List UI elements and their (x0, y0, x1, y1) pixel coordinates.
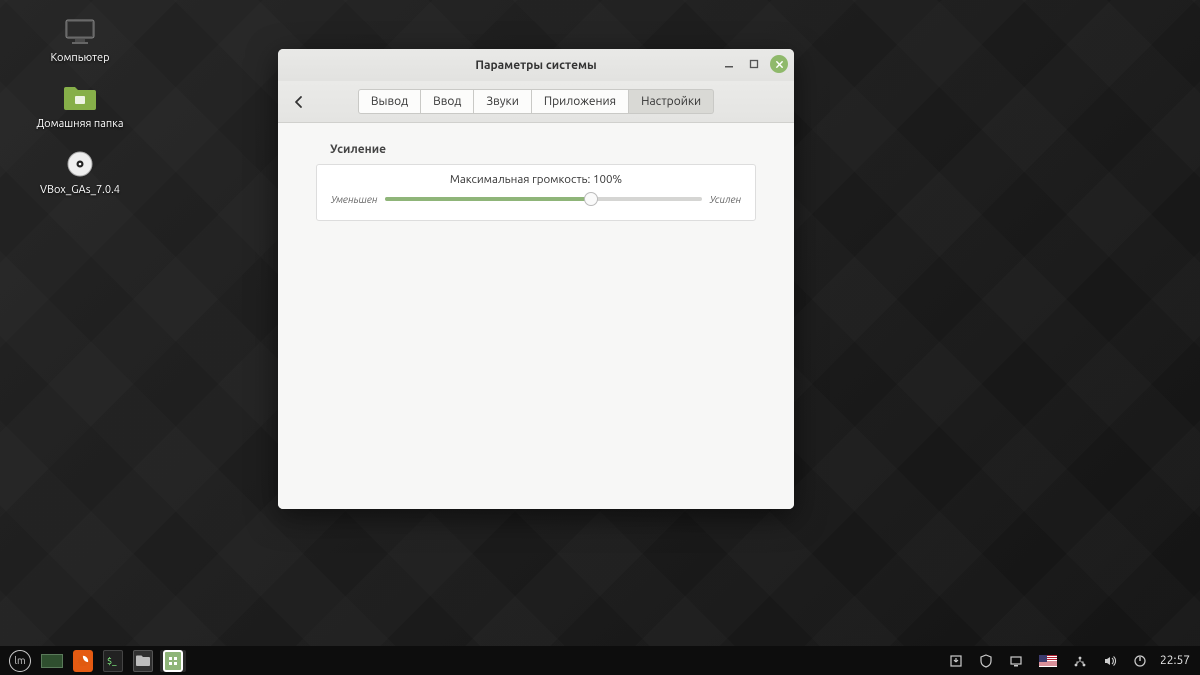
show-desktop-button[interactable] (38, 650, 66, 672)
content-area: Усиление Максимальная громкость: 100% Ум… (278, 123, 794, 509)
toolbar: Вывод Ввод Звуки Приложения Настройки (278, 81, 794, 123)
tab-apps[interactable]: Приложения (532, 89, 629, 114)
slider-fill (385, 197, 591, 201)
taskbar-app-terminal[interactable]: $_ (100, 650, 126, 672)
desktop-icon-home[interactable]: Домашняя папка (30, 82, 130, 130)
show-desktop-icon (41, 654, 63, 668)
tabset: Вывод Ввод Звуки Приложения Настройки (358, 89, 714, 114)
taskbar: lm $_ 22:57 (0, 646, 1200, 675)
folder-home-icon (61, 82, 99, 114)
desktop-icon-label: Домашняя папка (36, 118, 123, 130)
window-controls (720, 55, 788, 73)
tray-volume[interactable] (1100, 650, 1120, 672)
desktop-icon-disc[interactable]: VBox_GAs_7.0.4 (30, 148, 130, 196)
volume-slider-row: Уменьшен Усилен (331, 192, 741, 206)
minimize-button[interactable] (720, 55, 738, 73)
amplification-card: Максимальная громкость: 100% Уменьшен Ус… (316, 164, 756, 221)
taskbar-app-firefox[interactable] (70, 650, 96, 672)
tray-shield[interactable] (976, 650, 996, 672)
computer-icon (61, 16, 99, 48)
group-label-amplification: Усиление (330, 143, 764, 156)
taskbar-app-files[interactable] (130, 650, 156, 672)
tray-keyboard-layout[interactable] (1036, 650, 1060, 672)
tray-updates[interactable] (946, 650, 966, 672)
slider-min-hint: Уменьшен (331, 194, 377, 205)
files-icon (133, 650, 153, 672)
desktop-icon-computer[interactable]: Компьютер (30, 16, 130, 64)
window-title: Параметры системы (475, 59, 596, 72)
disc-icon (61, 148, 99, 180)
start-menu-button[interactable]: lm (6, 650, 34, 672)
flag-us-icon (1039, 655, 1057, 667)
desktop-icon-label: Компьютер (50, 52, 109, 64)
desktop-icon-label: VBox_GAs_7.0.4 (40, 184, 120, 196)
tray-network[interactable] (1070, 650, 1090, 672)
slider-max-hint: Усилен (710, 194, 741, 205)
tray-clock[interactable]: 22:57 (1160, 654, 1190, 667)
tab-output[interactable]: Вывод (358, 89, 421, 114)
close-button[interactable] (770, 55, 788, 73)
taskbar-app-settings[interactable] (160, 650, 186, 672)
system-tray: 22:57 (946, 650, 1194, 672)
tray-power[interactable] (1130, 650, 1150, 672)
volume-slider[interactable] (385, 192, 701, 206)
mint-logo-icon: lm (9, 650, 31, 672)
tab-input[interactable]: Ввод (421, 89, 474, 114)
slider-thumb[interactable] (584, 192, 598, 206)
tray-display[interactable] (1006, 650, 1026, 672)
tab-sounds[interactable]: Звуки (474, 89, 531, 114)
tab-settings[interactable]: Настройки (629, 89, 714, 114)
max-volume-label: Максимальная громкость: 100% (331, 173, 741, 186)
settings-window: Параметры системы Вывод Ввод Звуки Прило… (278, 49, 794, 509)
maximize-button[interactable] (745, 55, 763, 73)
terminal-icon: $_ (103, 650, 123, 672)
settings-app-icon (163, 650, 183, 672)
titlebar[interactable]: Параметры системы (278, 49, 794, 81)
desktop-icons: Компьютер Домашняя папка VBox_GAs_7.0.4 (30, 16, 130, 196)
firefox-icon (73, 650, 93, 672)
back-button[interactable] (288, 91, 310, 113)
